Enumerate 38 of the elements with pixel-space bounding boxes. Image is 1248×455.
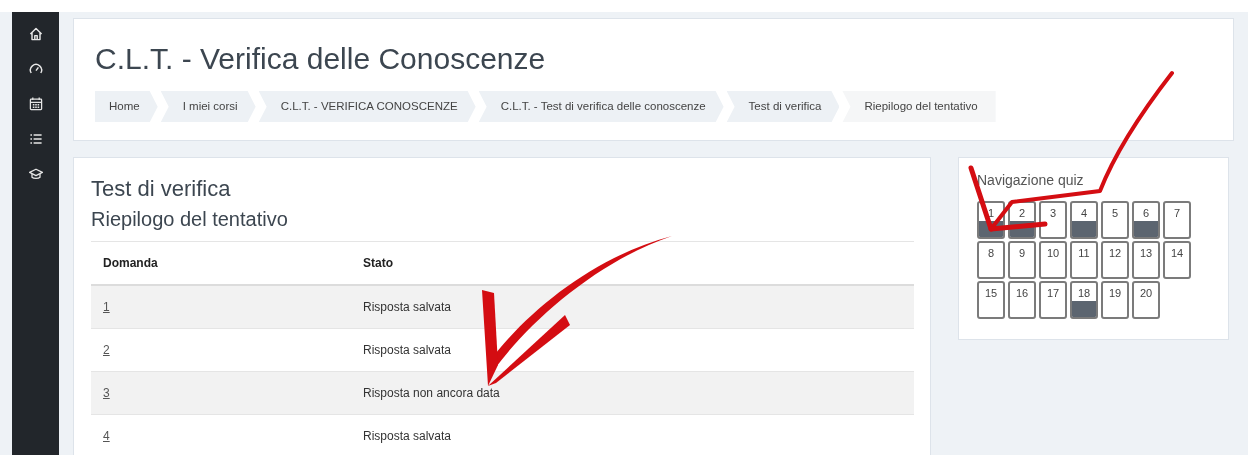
breadcrumb-link[interactable]: Home (95, 91, 158, 123)
question-link[interactable]: 4 (103, 428, 110, 443)
breadcrumb-current: Riepilogo del tentativo (842, 91, 996, 123)
answer-status: Risposta non ancora data (351, 371, 914, 415)
breadcrumb-link[interactable]: C.L.T. - Test di verifica delle conoscenze (478, 91, 724, 123)
question-button[interactable]: 10 (1039, 241, 1067, 280)
home-icon[interactable] (27, 25, 44, 42)
quiz-title: Test di verifica (91, 176, 232, 203)
question-button[interactable]: 12 (1101, 241, 1129, 280)
question-button[interactable]: 18 (1070, 281, 1098, 320)
answer-status: Risposta salvata (351, 284, 914, 329)
question-button[interactable]: 11 (1070, 241, 1098, 280)
question-link[interactable]: 2 (103, 342, 110, 357)
question-button[interactable]: 16 (1008, 281, 1036, 320)
breadcrumb-link[interactable]: I miei corsi (160, 91, 256, 123)
question-button[interactable]: 8 (977, 241, 1005, 280)
quiz-navigation-title: Navigazione quiz (977, 172, 1085, 190)
question-button[interactable]: 13 (1132, 241, 1160, 280)
question-button[interactable]: 17 (1039, 281, 1067, 320)
calendar-icon[interactable] (27, 95, 44, 112)
question-link[interactable]: 3 (103, 385, 110, 400)
question-button[interactable]: 4 (1070, 201, 1098, 240)
question-button[interactable]: 7 (1163, 201, 1191, 240)
question-button[interactable]: 19 (1101, 281, 1129, 320)
question-button[interactable]: 9 (1008, 241, 1036, 280)
breadcrumb-link[interactable]: Test di verifica (726, 91, 840, 123)
question-button[interactable]: 5 (1101, 201, 1129, 240)
answer-status: Risposta salvata (351, 414, 914, 455)
question-link[interactable]: 1 (103, 299, 110, 314)
question-button[interactable]: 3 (1039, 201, 1067, 240)
question-button[interactable]: 20 (1132, 281, 1160, 320)
column-header: Domanda (91, 241, 351, 285)
course-title: C.L.T. - Verifica delle Conoscenze (95, 41, 547, 77)
question-button[interactable]: 14 (1163, 241, 1191, 280)
question-button[interactable]: 6 (1132, 201, 1160, 240)
summary-subtitle: Riepilogo del tentativo (91, 206, 289, 231)
question-button[interactable]: 15 (977, 281, 1005, 320)
breadcrumb-link[interactable]: C.L.T. - VERIFICA CONOSCENZE (258, 91, 476, 123)
